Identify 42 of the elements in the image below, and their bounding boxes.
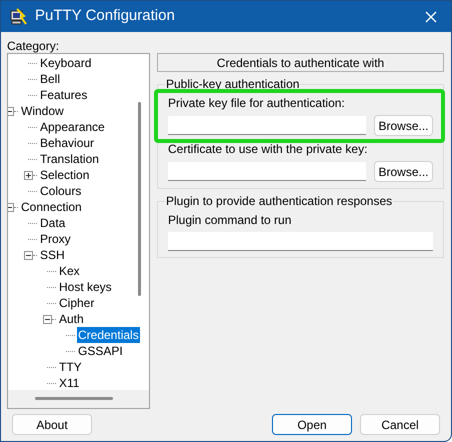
input-field[interactable] [168, 162, 366, 181]
field-label: Private key file for authentication: [168, 95, 346, 112]
panel-header: Credentials to authenticate with [157, 53, 444, 72]
group-title: Plugin to provide authentication responses [165, 195, 394, 208]
tree-item[interactable]: Selection [39, 167, 90, 183]
close-icon[interactable] [425, 10, 437, 22]
tree-item[interactable]: GSSAPI [77, 343, 124, 359]
tree-item[interactable]: SSH [39, 247, 66, 263]
tree-item[interactable]: Behaviour [39, 135, 96, 151]
tree-item[interactable]: Appearance [39, 119, 106, 135]
input-field[interactable] [168, 116, 366, 135]
tree-item[interactable]: Data [39, 215, 66, 231]
tree-item[interactable]: TTY [58, 359, 83, 375]
collapse-icon[interactable] [43, 315, 52, 324]
tree-item[interactable]: Window [20, 103, 65, 119]
browse-button[interactable]: Browse... [374, 115, 433, 136]
field-label: Plugin command to run [168, 212, 292, 229]
tree-item[interactable]: Kex [58, 263, 81, 279]
dialog-button[interactable]: About [12, 414, 92, 435]
tree-item[interactable]: Translation [39, 151, 100, 167]
input-field[interactable] [168, 232, 433, 251]
tree-item[interactable]: Auth [58, 311, 85, 327]
dialog-button[interactable]: Open [272, 414, 352, 435]
tree-item[interactable]: Proxy [39, 231, 72, 247]
tree-item[interactable]: Features [39, 87, 88, 103]
tree-item[interactable]: Keyboard [39, 55, 92, 71]
tree-item[interactable]: Cipher [58, 295, 96, 311]
tree-item[interactable]: Bell [39, 71, 62, 87]
tree-item[interactable]: Host keys [58, 279, 113, 295]
tree-item[interactable]: Credentials [77, 327, 140, 343]
tree-item[interactable]: X11 [58, 375, 80, 391]
group-title: Public-key authentication [165, 78, 300, 91]
expand-icon[interactable] [24, 171, 33, 180]
browse-button[interactable]: Browse... [374, 161, 433, 182]
collapse-icon[interactable] [24, 251, 33, 260]
dialog-button[interactable]: Cancel [360, 414, 440, 435]
tree-item[interactable]: Connection [20, 199, 83, 215]
field-label: Certificate to use with the private key: [168, 141, 368, 158]
tree-item[interactable]: Colours [39, 183, 82, 199]
category-label: Category: [7, 38, 60, 55]
terminal-icon [9, 8, 27, 26]
window-title: PuTTY Configuration [35, 6, 176, 26]
